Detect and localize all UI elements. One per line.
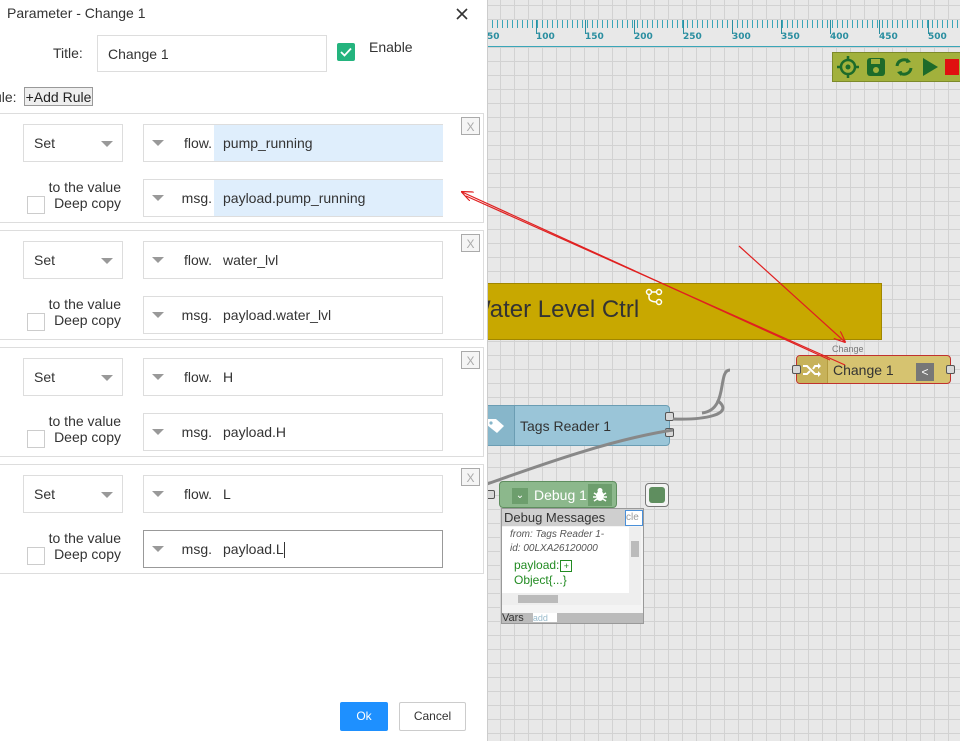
target-input[interactable]: L xyxy=(214,476,443,512)
chevron-down-icon xyxy=(101,258,113,264)
chevron-down-icon xyxy=(101,375,113,381)
target-field[interactable]: flow. L xyxy=(143,475,443,513)
action-select[interactable]: Set xyxy=(23,358,123,396)
enable-label: Enable xyxy=(369,39,413,55)
chevron-down-icon xyxy=(152,374,164,380)
rule-label: ule: xyxy=(0,89,17,105)
source-type[interactable]: msg. xyxy=(182,541,212,557)
source-input[interactable]: payload.L xyxy=(214,531,443,567)
rule-row: X Set flow. water_lvl to the value Deep c… xyxy=(0,230,484,340)
source-type[interactable]: msg. xyxy=(182,190,212,206)
rule-row: X Set flow. pump_running to the value Dee… xyxy=(0,113,484,223)
deep-copy-checkbox[interactable] xyxy=(27,430,45,448)
check-icon xyxy=(340,47,352,57)
target-input[interactable]: pump_running xyxy=(214,125,443,161)
chevron-down-icon xyxy=(101,492,113,498)
target-field[interactable]: flow. pump_running xyxy=(143,124,443,162)
source-type[interactable]: msg. xyxy=(182,424,212,440)
source-field[interactable]: msg. payload.water_lvl xyxy=(143,296,443,334)
chevron-down-icon xyxy=(101,141,113,147)
source-field[interactable]: msg. payload.L xyxy=(143,530,443,568)
action-select[interactable]: Set xyxy=(23,475,123,513)
chevron-down-icon xyxy=(152,257,164,263)
source-input[interactable]: payload.H xyxy=(214,414,443,450)
chevron-down-icon xyxy=(152,140,164,146)
wires xyxy=(487,368,731,486)
add-rule-button[interactable]: +Add Rule xyxy=(24,87,93,106)
change-node-dialog: Parameter - Change 1 Title: Enable ule: … xyxy=(0,0,488,741)
target-type[interactable]: flow. xyxy=(184,135,212,151)
to-the-value-label: to the value Deep copy xyxy=(48,179,121,211)
chevron-down-icon xyxy=(152,195,164,201)
to-the-value-label: to the value Deep copy xyxy=(48,413,121,445)
chevron-down-icon xyxy=(152,312,164,318)
dialog-title: Parameter - Change 1 xyxy=(7,5,146,21)
delete-rule-button[interactable]: X xyxy=(461,234,480,252)
title-label: Title: xyxy=(53,45,83,61)
rule-row: X Set flow. H to the value Deep copy msg.… xyxy=(0,347,484,457)
delete-rule-button[interactable]: X xyxy=(461,351,480,369)
close-icon[interactable] xyxy=(452,4,472,24)
action-select[interactable]: Set xyxy=(23,124,123,162)
ok-button[interactable]: Ok xyxy=(340,702,388,731)
action-select[interactable]: Set xyxy=(23,241,123,279)
delete-rule-button[interactable]: X xyxy=(461,117,480,135)
target-field[interactable]: flow. water_lvl xyxy=(143,241,443,279)
chevron-down-icon xyxy=(152,546,164,552)
deep-copy-checkbox[interactable] xyxy=(27,547,45,565)
enable-checkbox[interactable] xyxy=(337,43,355,61)
delete-rule-button[interactable]: X xyxy=(461,468,480,486)
deep-copy-checkbox[interactable] xyxy=(27,196,45,214)
to-the-value-label: to the value Deep copy xyxy=(48,530,121,562)
target-type[interactable]: flow. xyxy=(184,252,212,268)
rule-row: X Set flow. L to the value Deep copy msg.… xyxy=(0,464,484,574)
to-the-value-label: to the value Deep copy xyxy=(48,296,121,328)
target-input[interactable]: water_lvl xyxy=(214,242,443,278)
source-type[interactable]: msg. xyxy=(182,307,212,323)
deep-copy-checkbox[interactable] xyxy=(27,313,45,331)
target-type[interactable]: flow. xyxy=(184,369,212,385)
target-type[interactable]: flow. xyxy=(184,486,212,502)
target-field[interactable]: flow. H xyxy=(143,358,443,396)
target-input[interactable]: H xyxy=(214,359,443,395)
source-field[interactable]: msg. payload.pump_running xyxy=(143,179,443,217)
cancel-button[interactable]: Cancel xyxy=(399,702,466,731)
chevron-down-icon xyxy=(152,429,164,435)
source-field[interactable]: msg. payload.H xyxy=(143,413,443,451)
flow-canvas[interactable]: 50 100 150 200 250 300 350 400 450 500 W… xyxy=(487,0,960,741)
title-input[interactable] xyxy=(97,35,327,72)
source-input[interactable]: payload.pump_running xyxy=(214,180,443,216)
chevron-down-icon xyxy=(152,491,164,497)
source-input[interactable]: payload.water_lvl xyxy=(214,297,443,333)
